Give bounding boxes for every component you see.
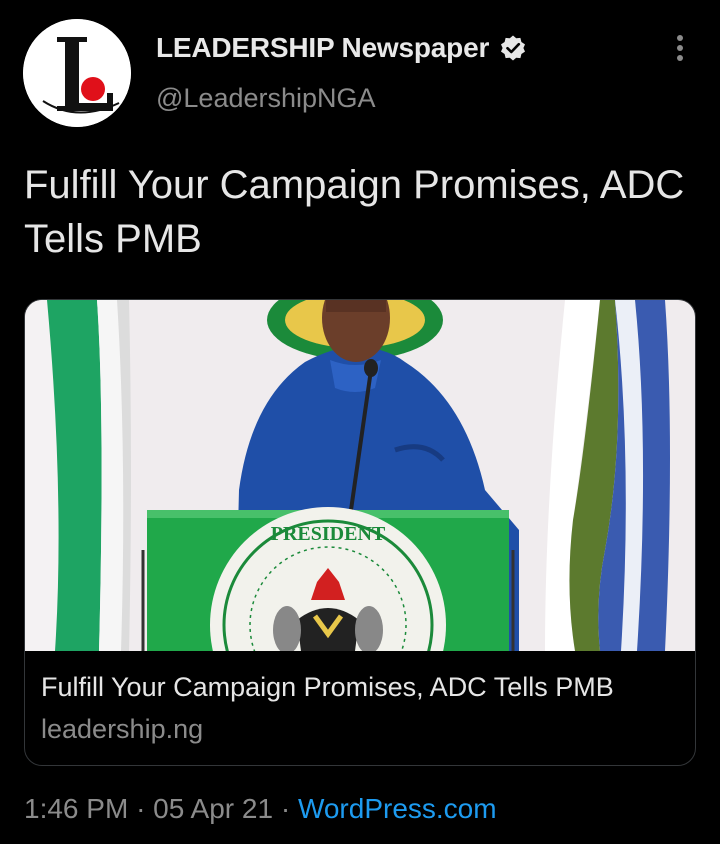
tweet-date[interactable]: 05 Apr 21	[153, 793, 273, 824]
card-domain[interactable]: leadership.ng	[41, 714, 203, 745]
tweet-text: Fulfill Your Campaign Promises, ADC Tell…	[24, 163, 685, 261]
card-image[interactable]: PRESIDENT	[25, 300, 695, 651]
verified-badge-icon	[499, 34, 527, 62]
author-handle[interactable]: @LeadershipNGA	[156, 83, 376, 114]
meta-separator-2: ·	[280, 793, 291, 824]
tweet-source-link[interactable]: WordPress.com	[298, 793, 497, 824]
link-card[interactable]: PRESIDENT Fulfill Your Campaign Promises…	[24, 299, 696, 766]
avatar[interactable]	[23, 19, 131, 127]
meta-separator: ·	[136, 793, 146, 824]
card-title[interactable]: Fulfill Your Campaign Promises, ADC Tell…	[41, 672, 614, 703]
news-photo: PRESIDENT	[25, 300, 695, 651]
author-name-row[interactable]: LEADERSHIP Newspaper	[156, 32, 527, 64]
tweet-meta: 1:46 PM · 05 Apr 21 · WordPress.com	[24, 793, 497, 825]
svg-text:PRESIDENT: PRESIDENT	[271, 523, 386, 545]
leadership-logo-icon	[23, 19, 131, 127]
tweet-time[interactable]: 1:46 PM	[24, 793, 128, 824]
author-display-name[interactable]: LEADERSHIP Newspaper	[156, 32, 489, 64]
more-options-icon[interactable]	[664, 35, 696, 71]
